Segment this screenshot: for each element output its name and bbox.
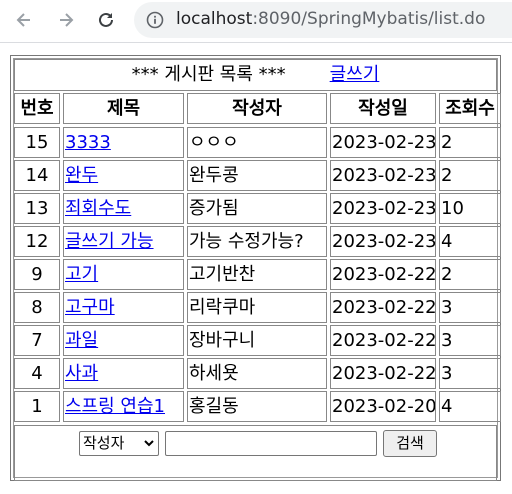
table-row: 15 3333 ㅇㅇㅇ 2023-02-23 2: [14, 127, 501, 160]
post-title-link[interactable]: 고구마: [65, 297, 115, 318]
post-author: 장바구니: [187, 325, 327, 356]
post-author: 완두콩: [187, 160, 327, 191]
post-author: 홍길동: [187, 391, 327, 422]
post-author: 하세욧: [187, 358, 327, 389]
post-date: 2023-02-23: [330, 193, 436, 224]
post-date: 2023-02-23: [330, 226, 436, 257]
post-number: 1: [14, 391, 60, 422]
post-date: 2023-02-22: [330, 259, 436, 290]
post-number: 4: [14, 358, 60, 389]
column-header-number: 번호: [14, 93, 60, 124]
reload-icon[interactable]: [92, 6, 120, 34]
post-number: 7: [14, 325, 60, 356]
post-number: 15: [14, 127, 60, 158]
post-title-link[interactable]: 스프링 연습1: [65, 396, 165, 417]
post-date: 2023-02-23: [330, 160, 436, 191]
post-views: 2: [439, 259, 501, 290]
url-text: localhost:8090/SpringMybatis/list.do: [176, 9, 486, 29]
table-row: 13 죄회수도 증가됨 2023-02-23 10: [14, 193, 501, 226]
post-views: 10: [439, 193, 501, 224]
table-row: 8 고구마 리락쿠마 2023-02-22 3: [14, 292, 501, 325]
post-author: 증가됨: [187, 193, 327, 224]
column-header-author: 작성자: [187, 93, 327, 124]
post-views: 3: [439, 358, 501, 389]
address-bar[interactable]: localhost:8090/SpringMybatis/list.do: [134, 2, 512, 38]
post-date: 2023-02-23: [330, 127, 436, 158]
board-heading: *** 게시판 목록 ***: [131, 64, 286, 85]
search-button[interactable]: 검색: [383, 430, 437, 457]
write-link[interactable]: 글쓰기: [330, 64, 380, 85]
post-title-link[interactable]: 과일: [65, 330, 98, 351]
post-title-link[interactable]: 죄회수도: [65, 198, 131, 219]
search-row: 작성자 검색: [14, 425, 497, 481]
table-row: 14 완두 완두콩 2023-02-23 2: [14, 160, 501, 193]
post-title-link[interactable]: 글쓰기 가능: [65, 231, 154, 252]
post-views: 2: [439, 127, 501, 158]
post-title-link[interactable]: 완두: [65, 165, 98, 186]
board-heading-row: *** 게시판 목록 *** 글쓰기: [14, 59, 497, 91]
chevron-down-icon: [143, 432, 155, 461]
column-header-views: 조회수: [439, 93, 501, 124]
post-title-link[interactable]: 사과: [65, 363, 98, 384]
post-views: 4: [439, 226, 501, 257]
post-number: 12: [14, 226, 60, 257]
post-author: ㅇㅇㅇ: [187, 127, 327, 158]
table-row: 12 글쓰기 가능 가능 수정가능? 2023-02-23 4: [14, 226, 501, 259]
post-date: 2023-02-22: [330, 292, 436, 323]
post-views: 2: [439, 160, 501, 191]
post-date: 2023-02-20: [330, 391, 436, 422]
post-number: 14: [14, 160, 60, 191]
post-title-link[interactable]: 3333: [65, 132, 111, 153]
browser-toolbar: localhost:8090/SpringMybatis/list.do: [0, 0, 512, 43]
table-row: 9 고기 고기반찬 2023-02-22 2: [14, 259, 501, 292]
post-author: 고기반찬: [187, 259, 327, 290]
table-row: 1 스프링 연습1 홍길동 2023-02-20 4: [14, 391, 501, 424]
table-row: 7 과일 장바구니 2023-02-22 3: [14, 325, 501, 358]
post-number: 9: [14, 259, 60, 290]
post-views: 3: [439, 325, 501, 356]
post-number: 8: [14, 292, 60, 323]
post-date: 2023-02-22: [330, 325, 436, 356]
search-field-value: 작성자: [83, 434, 125, 452]
back-icon[interactable]: [10, 6, 38, 34]
board-table: *** 게시판 목록 *** 글쓰기 번호 제목 작성자 작성일 조회수 15 3…: [10, 55, 501, 481]
header-row: 번호 제목 작성자 작성일 조회수: [14, 93, 501, 126]
post-views: 4: [439, 391, 501, 422]
post-title-link[interactable]: 고기: [65, 264, 98, 285]
post-author: 리락쿠마: [187, 292, 327, 323]
column-header-title: 제목: [63, 93, 184, 124]
column-header-date: 작성일: [330, 93, 436, 124]
post-number: 13: [14, 193, 60, 224]
info-icon[interactable]: [146, 11, 164, 29]
post-views: 3: [439, 292, 501, 323]
forward-icon[interactable]: [52, 6, 80, 34]
search-input[interactable]: [165, 431, 377, 456]
post-date: 2023-02-22: [330, 358, 436, 389]
table-row: 4 사과 하세욧 2023-02-22 3: [14, 358, 501, 391]
search-field-select[interactable]: 작성자: [79, 431, 159, 456]
post-author: 가능 수정가능?: [187, 226, 327, 257]
